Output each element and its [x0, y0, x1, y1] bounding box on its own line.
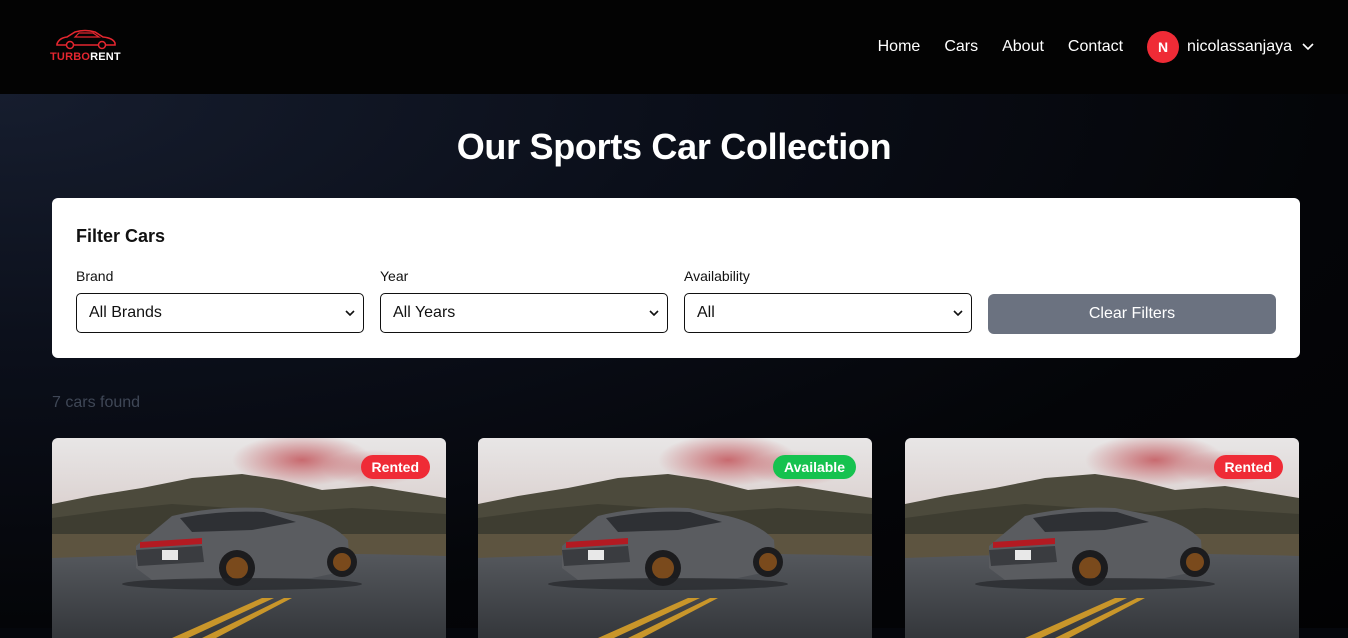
- avatar: N: [1147, 31, 1180, 63]
- nav-link-about[interactable]: About: [1002, 38, 1044, 56]
- availability-select[interactable]: All: [684, 293, 972, 333]
- chevron-down-icon: [953, 310, 963, 316]
- availability-field: Availability All: [684, 268, 972, 333]
- chevron-down-icon: [345, 310, 355, 316]
- brand-label: Brand: [76, 268, 114, 284]
- logo-text-turbo: TURBO: [50, 51, 91, 63]
- logo-text: TURBORENT: [50, 51, 121, 63]
- username: nicolassanjaya: [1187, 38, 1292, 55]
- logo-text-rent: RENT: [90, 51, 121, 63]
- year-select-value: All Years: [393, 304, 456, 321]
- page-title: Our Sports Car Collection: [456, 126, 892, 167]
- chevron-down-icon: [1302, 43, 1314, 51]
- year-label: Year: [380, 268, 409, 284]
- status-badge: Rented: [360, 455, 430, 479]
- car-card[interactable]: Available: [478, 438, 872, 638]
- nav-links: Home Cars About Contact N nicolassanjaya: [878, 0, 1348, 94]
- chevron-down-icon: [649, 310, 659, 316]
- status-badge: Rented: [1213, 455, 1283, 479]
- nav-link-cars[interactable]: Cars: [944, 38, 978, 56]
- brand-field: Brand All Brands: [76, 268, 364, 333]
- year-select[interactable]: All Years: [380, 293, 668, 333]
- car-card[interactable]: Rented: [905, 438, 1299, 638]
- year-field: Year All Years: [380, 268, 668, 333]
- filter-title: Filter Cars: [76, 226, 166, 246]
- nav-link-home[interactable]: Home: [878, 38, 921, 56]
- user-menu[interactable]: N nicolassanjaya: [1147, 31, 1314, 63]
- availability-label: Availability: [684, 268, 750, 284]
- logo[interactable]: TURBORENT: [50, 28, 126, 66]
- car-card[interactable]: Rented: [52, 438, 446, 638]
- brand-select-value: All Brands: [89, 304, 162, 321]
- status-badge: Available: [773, 455, 856, 479]
- brand-select[interactable]: All Brands: [76, 293, 364, 333]
- car-icon: [56, 29, 116, 50]
- nav-link-contact[interactable]: Contact: [1068, 38, 1123, 56]
- main-content: Our Sports Car Collection Filter Cars Br…: [0, 94, 1348, 638]
- availability-select-value: All: [697, 304, 715, 321]
- clear-filters-button[interactable]: Clear Filters: [988, 294, 1276, 334]
- results-count: 7 cars found: [52, 394, 141, 411]
- navbar: TURBORENT Home Cars About Contact N nico…: [0, 0, 1348, 94]
- filter-panel: Filter Cars Brand All Brands Year All Ye…: [52, 198, 1300, 358]
